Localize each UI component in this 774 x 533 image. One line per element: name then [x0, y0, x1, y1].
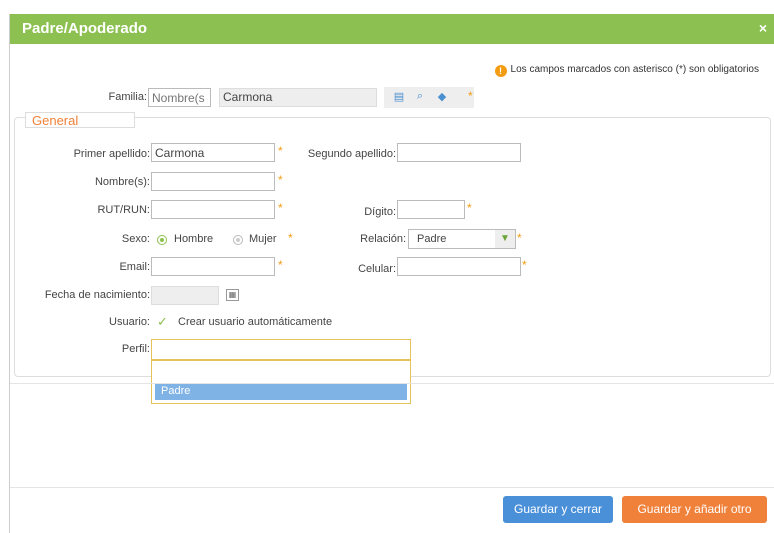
- section-divider: [10, 383, 774, 384]
- perfil-input[interactable]: [151, 339, 411, 360]
- rut-input[interactable]: [151, 200, 275, 219]
- primer-apellido-label: Primer apellido:: [73, 148, 150, 160]
- fecha-input[interactable]: [151, 286, 219, 305]
- perfil-dropdown: Padre: [151, 360, 411, 404]
- rut-label: RUT/RUN:: [97, 204, 150, 216]
- fecha-label: Fecha de nacimiento:: [44, 289, 150, 301]
- required-star: *: [278, 258, 283, 272]
- required-star: *: [278, 201, 283, 215]
- mujer-label: Mujer: [249, 233, 277, 245]
- eraser-icon[interactable]: ◆: [434, 90, 450, 105]
- perfil-option-padre[interactable]: Padre: [155, 383, 407, 400]
- card-icon[interactable]: ▤: [391, 90, 407, 105]
- email-input[interactable]: [151, 257, 275, 276]
- required-star: *: [467, 201, 472, 215]
- nombres-label: Nombre(s):: [94, 176, 150, 188]
- relacion-select[interactable]: Padre ▼: [408, 229, 516, 249]
- familia-value-field: Carmona: [219, 88, 377, 107]
- nombres-input[interactable]: [151, 172, 275, 191]
- modal-titlebar: Padre/Apoderado ×: [10, 14, 774, 44]
- radio-mujer[interactable]: [233, 235, 243, 245]
- familia-label: Familia:: [108, 91, 147, 103]
- segundo-apellido-label: Segundo apellido:: [307, 148, 396, 160]
- required-star: *: [288, 231, 293, 245]
- close-icon[interactable]: ×: [759, 20, 767, 36]
- usuario-label: Usuario:: [109, 316, 150, 328]
- section-legend: General: [25, 112, 135, 128]
- relacion-label: Relación:: [360, 233, 406, 245]
- sexo-label: Sexo:: [121, 233, 150, 245]
- perfil-label: Perfil:: [121, 343, 150, 355]
- familia-tools: ▤ ⌕ ◆: [384, 87, 474, 108]
- familia-name-input[interactable]: [148, 88, 211, 107]
- required-star: *: [522, 258, 527, 272]
- search-icon[interactable]: ⌕: [412, 90, 428, 105]
- digito-label: Dígito:: [364, 206, 396, 218]
- modal-dialog: Padre/Apoderado × ! Los campos marcados c…: [9, 14, 774, 533]
- digito-input[interactable]: [397, 200, 465, 219]
- relacion-value: Padre: [417, 233, 447, 245]
- hombre-label: Hombre: [174, 233, 214, 245]
- primer-apellido-input[interactable]: [151, 143, 275, 162]
- save-add-button[interactable]: Guardar y añadir otro: [622, 496, 767, 523]
- warning-icon: !: [494, 65, 507, 77]
- required-notice: ! Los campos marcados con asterisco (*) s…: [494, 64, 759, 77]
- crear-usuario-label: Crear usuario automáticamente: [178, 316, 333, 328]
- celular-input[interactable]: [397, 257, 521, 276]
- chevron-down-icon[interactable]: ▼: [495, 230, 515, 248]
- celular-label: Celular:: [358, 263, 396, 275]
- modal-title: Padre/Apoderado: [22, 20, 148, 37]
- required-star: *: [278, 173, 283, 187]
- required-star: *: [517, 231, 522, 245]
- save-close-button[interactable]: Guardar y cerrar: [503, 496, 613, 523]
- notice-text: Los campos marcados con asterisco (*) so…: [510, 64, 759, 75]
- background-left: [0, 0, 8, 533]
- check-icon[interactable]: ✓: [157, 314, 168, 330]
- calendar-icon[interactable]: ▦: [226, 289, 239, 301]
- required-star: *: [278, 144, 283, 158]
- required-star: *: [468, 89, 473, 103]
- radio-hombre[interactable]: [157, 235, 167, 245]
- email-label: Email:: [119, 261, 150, 273]
- footer-divider: [10, 487, 774, 488]
- segundo-apellido-input[interactable]: [397, 143, 521, 162]
